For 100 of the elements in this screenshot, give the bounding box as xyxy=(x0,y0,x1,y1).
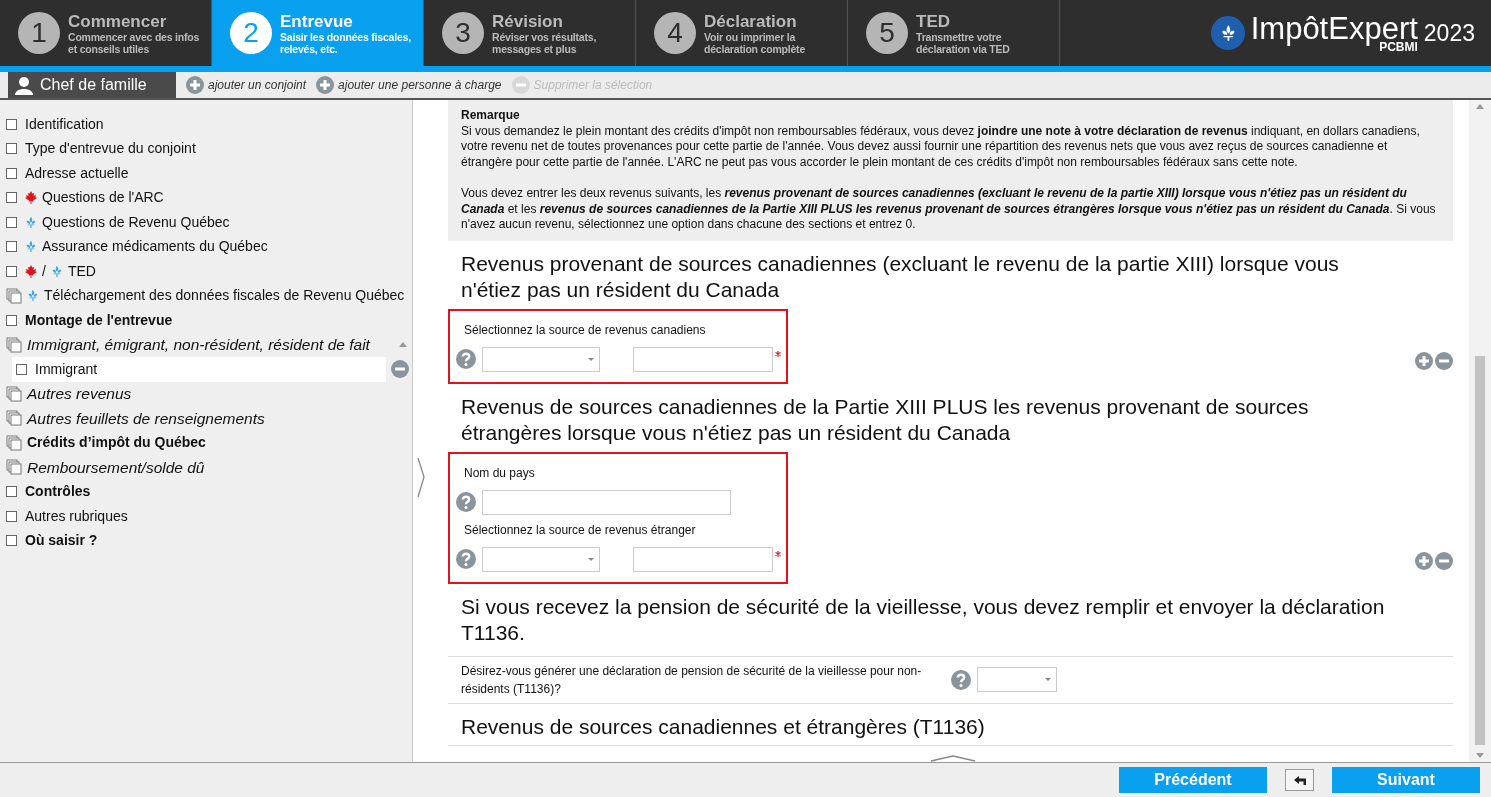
step-tab[interactable]: 3 Révision Réviser vos résultats, messages et plus xyxy=(424,0,636,66)
help-icon[interactable] xyxy=(951,669,971,690)
step-title: TED xyxy=(916,11,951,31)
step-subtitle: Saisir les données fiscales, relevés, etc. xyxy=(280,30,412,55)
scrollbar[interactable] xyxy=(1469,100,1491,762)
section-heading: Revenus provenant de sources canadiennes (excluant le revenu de la partie XIII) lorsque vous n'étiez pas un résident du Canada xyxy=(460,250,1340,303)
sidebar-item[interactable]: Assurance médicaments du Québec xyxy=(6,234,412,259)
remove-icon[interactable] xyxy=(391,360,409,379)
checkbox[interactable] xyxy=(6,265,17,277)
sidebar-item[interactable]: Contrôles xyxy=(6,479,412,504)
fleur-de-lis-icon xyxy=(25,215,37,229)
step-tab[interactable]: 4 Déclaration Voir ou imprimer la déclaration complète xyxy=(636,0,848,66)
add-icon[interactable] xyxy=(316,76,335,94)
maple-leaf-icon xyxy=(25,191,37,205)
field-label: Sélectionnez la source de revenus canadiens xyxy=(464,321,707,339)
step-number: 5 xyxy=(866,12,908,54)
pages-icon xyxy=(6,459,22,476)
checkbox[interactable] xyxy=(6,118,17,130)
fleur-de-lis-icon xyxy=(50,264,63,278)
remove-icon[interactable] xyxy=(1435,351,1453,370)
add-icon[interactable] xyxy=(186,76,204,94)
remove-icon[interactable] xyxy=(1435,551,1453,570)
sidebar-item[interactable]: Immigrant, émigrant, non-résident, résident de fait xyxy=(6,332,412,357)
sidebar-item[interactable]: Autres feuillets de renseignements xyxy=(6,406,412,431)
help-icon[interactable] xyxy=(456,549,476,569)
add-icon[interactable] xyxy=(1415,551,1433,570)
sidebar-item[interactable]: / TED xyxy=(6,259,412,284)
checkbox[interactable] xyxy=(6,510,17,522)
pages-icon xyxy=(6,385,22,402)
dropdown-caret-icon xyxy=(588,357,594,361)
step-number: 4 xyxy=(654,12,696,54)
logo-text: ImpôtExpert xyxy=(1250,14,1418,44)
pages-icon xyxy=(6,336,22,353)
scroll-down-icon[interactable] xyxy=(1476,753,1484,758)
pages-icon xyxy=(6,410,22,427)
field-label: Sélectionnez la source de revenus étranger xyxy=(464,521,697,539)
maple-leaf-icon xyxy=(25,264,37,278)
amount-field[interactable] xyxy=(633,546,773,572)
sidebar-item[interactable]: Remboursement/solde dû xyxy=(6,455,412,480)
checkbox[interactable] xyxy=(6,143,17,155)
flag-separator: / xyxy=(42,261,46,281)
fleur-de-lis-icon xyxy=(25,240,37,254)
return-arrow-icon xyxy=(1292,774,1307,786)
sidebar-item[interactable]: Identification xyxy=(6,112,412,137)
sidebar-item[interactable]: Montage de l'entrevue xyxy=(6,308,412,333)
sidebar-item[interactable]: Autres revenus xyxy=(6,381,412,406)
section-heading: Revenus de sources canadiennes de la Partie XIII PLUS les revenus provenant de sources étrangères lorsque vous n'étiez pas un résident du Canada xyxy=(460,393,1310,446)
dropdown[interactable] xyxy=(482,346,600,372)
help-icon[interactable] xyxy=(456,349,476,369)
checkbox[interactable] xyxy=(6,535,17,547)
sidebar-item[interactable]: Autres rubriques xyxy=(6,504,412,529)
note-text: Vous devez entrer les deux revenus suivants, les revenus provenant de sources canadiennes (excluant le revenu de la partie XIII) lorsque vous n'étiez pas un résident du Canada et les revenus de sources canadiennes de la Partie XIII PLUS les revenus provenant de sources étrangères lorsque vous n'étiez pas un résident du Canada. Si vous n'avez aucun revenu, sélectionnez une option dans chacune des sections et entrez 0. xyxy=(461,186,1437,233)
sidebar-item[interactable]: Téléchargement des données fiscales de Revenu Québec xyxy=(6,283,412,308)
add-icon[interactable] xyxy=(1415,351,1433,370)
sidebar-item[interactable]: Crédits d’impôt du Québec xyxy=(6,430,412,455)
step-subtitle: Réviser vos résultats, messages et plus xyxy=(492,30,598,55)
checkbox[interactable] xyxy=(16,363,27,375)
back-button[interactable] xyxy=(1285,769,1314,791)
checkbox[interactable] xyxy=(6,314,17,326)
step-title: Commencer xyxy=(68,11,168,31)
sidebar-item[interactable]: Questions de Revenu Québec xyxy=(6,210,412,235)
person-icon xyxy=(14,75,34,95)
step-title: Révision xyxy=(492,11,564,31)
checkbox[interactable] xyxy=(6,167,17,179)
sidebar-item[interactable]: Où saisir ? xyxy=(6,528,412,553)
step-subtitle: Voir ou imprimer la déclaration complète xyxy=(704,30,807,55)
step-title: Déclaration xyxy=(704,11,798,31)
sidebar-item[interactable]: Adresse actuelle xyxy=(6,161,412,186)
step-subtitle: Commencer avec des infos et conseils utiles xyxy=(68,30,201,55)
checkbox[interactable] xyxy=(6,192,17,204)
expand-handle-icon[interactable] xyxy=(930,755,976,762)
checkbox[interactable] xyxy=(6,241,17,253)
step-number: 3 xyxy=(442,12,484,54)
person-action-link[interactable]: ajouter un conjoint xyxy=(186,76,307,94)
person-action-link[interactable]: ajouter une personne à charge xyxy=(316,76,502,94)
section-heading: Si vous recevez la pension de sécurité de la vieillesse, vous devez remplir et envoyer la déclaration T1136. xyxy=(460,593,1386,646)
note-title: Remarque xyxy=(461,108,521,124)
note-text: Si vous demandez le plein montant des crédits d'impôt non remboursables fédéraux, vous devez joindre une note à votre déclaration de revenus indiquant, en dollars canadiens, votre revenu net de toutes provenances pour cette partie de l'année. Vous devez aussi fournir une répartition des revenus nets que vous avez reçus de sources canadienne et étrangère pour cette partie de l'année. L'ARC ne peut pas vous accorder le plein montant de ces crédits d'impôt non remboursables fédéraux sans cette note. xyxy=(461,123,1421,170)
section-heading: Revenus de sources canadiennes et étrangères (T1136) xyxy=(448,703,1453,746)
sidebar-item[interactable]: Type d'entrevue du conjoint xyxy=(6,136,412,161)
dropdown[interactable] xyxy=(977,667,1057,692)
fleur-de-lis-icon xyxy=(27,289,39,303)
sidebar-item[interactable]: Questions de l'ARC xyxy=(6,185,412,210)
step-title: Entrevue xyxy=(280,11,354,31)
logo-icon xyxy=(1210,16,1245,50)
scroll-thumb[interactable] xyxy=(1475,355,1485,745)
checkbox[interactable] xyxy=(6,486,17,498)
caret-up-icon[interactable] xyxy=(398,340,408,350)
help-icon[interactable] xyxy=(456,492,476,512)
step-tab[interactable]: 1 Commencer Commencer avec des infos et conseils utiles xyxy=(0,0,212,66)
pages-icon xyxy=(6,287,22,304)
checkbox[interactable] xyxy=(6,216,17,228)
collapse-handle-icon[interactable] xyxy=(416,457,426,499)
person-tab[interactable]: Chef de famille xyxy=(8,72,176,98)
amount-field[interactable] xyxy=(633,346,773,372)
dropdown[interactable] xyxy=(482,546,600,572)
dropdown-caret-icon xyxy=(1045,678,1051,681)
step-tab[interactable]: 5 TED Transmettre votre déclaration via TED xyxy=(848,0,1060,66)
scroll-up-icon[interactable] xyxy=(1476,104,1484,109)
text-field[interactable] xyxy=(482,489,731,515)
